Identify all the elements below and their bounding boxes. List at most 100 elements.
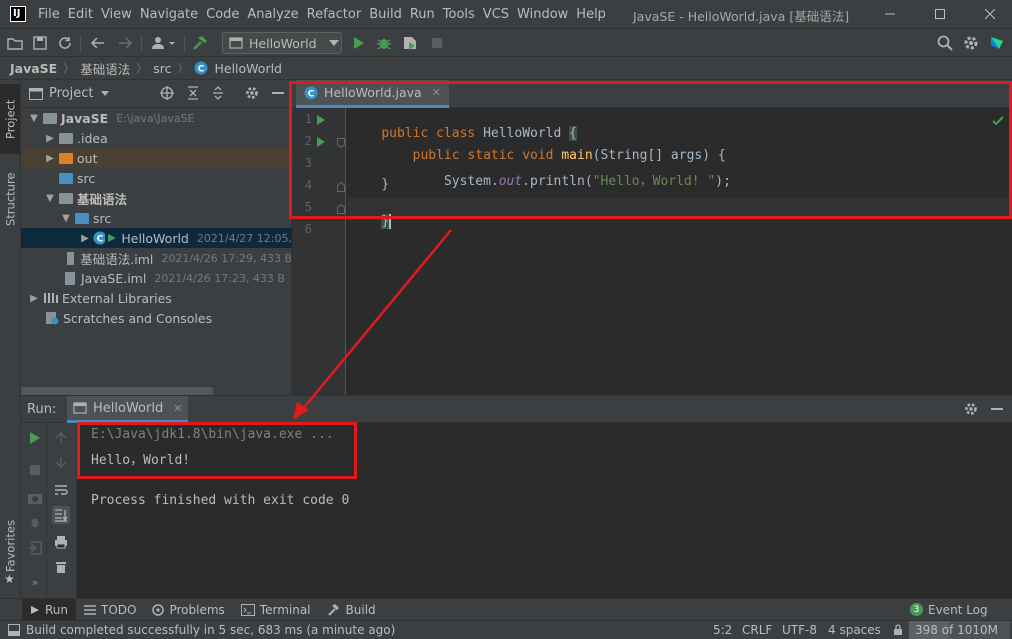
chevron-right-icon[interactable]: ▶ [43,133,57,144]
build-hammer-icon[interactable] [191,34,209,52]
panel-settings-gear-icon[interactable] [245,86,259,104]
tree-item-module[interactable]: ▼ 基础语法 [21,188,292,208]
chevron-right-icon[interactable]: ▶ [79,233,91,244]
forward-arrow-icon[interactable] [116,34,134,52]
scroll-up-icon[interactable] [52,429,70,447]
tree-item-module-iml[interactable]: 基础语法.iml 2021/4/26 17:29, 433 B [21,248,292,268]
status-message[interactable]: Build completed successfully in 5 sec, 6… [26,623,395,637]
debug-bug-icon[interactable] [26,513,44,531]
close-tab-icon[interactable]: ✕ [432,86,441,99]
run-configuration-select[interactable]: HelloWorld [222,32,342,54]
console-exit-line[interactable]: Process finished with exit code 0 [91,493,349,508]
tree-item-out[interactable]: ▶ out [21,148,292,168]
chevron-right-icon[interactable]: ▶ [27,293,41,304]
rerun-icon[interactable] [26,429,44,447]
todo-tool-button[interactable]: TODO [76,599,144,621]
login-icon[interactable] [26,539,44,557]
stop-icon[interactable] [26,461,44,479]
run-icon[interactable] [350,34,368,52]
menu-vcs[interactable]: VCS [479,7,513,22]
terminal-tool-button[interactable]: Terminal [233,599,319,621]
run-tool-button[interactable]: Run [22,598,77,621]
camera-icon[interactable] [26,489,44,507]
collapse-all-icon[interactable] [186,86,200,104]
memory-indicator[interactable]: 398 of 1010M [909,621,1010,639]
code-line-4[interactable]: } [350,177,389,192]
breadcrumb-class[interactable]: HelloWorld [214,61,282,76]
menu-help[interactable]: Help [572,7,610,22]
menu-refactor[interactable]: Refactor [303,7,366,22]
hide-panel-icon[interactable] [272,92,284,94]
tree-item-scratches[interactable]: Scratches and Consoles [21,308,292,328]
scroll-down-icon[interactable] [52,453,70,471]
run-gutter-icon[interactable] [316,136,326,148]
close-tab-icon[interactable]: ✕ [173,402,182,415]
event-log-tool-button[interactable]: 3 Event Log [902,599,996,621]
print-icon[interactable] [52,533,70,551]
menu-analyze[interactable]: Analyze [243,7,302,22]
run-gutter-icon[interactable] [316,114,326,126]
save-icon[interactable] [31,34,49,52]
chevron-down-icon[interactable]: ▼ [27,113,41,124]
project-view-label[interactable]: Project [49,86,93,101]
panel-settings-gear-icon[interactable] [964,402,978,420]
menu-build[interactable]: Build [365,7,406,22]
close-window-icon[interactable] [968,0,1012,28]
user-menu-icon[interactable] [150,34,178,52]
tree-item-external-libraries[interactable]: ▶ External Libraries [21,288,292,308]
problems-tool-button[interactable]: Problems [144,599,232,621]
fold-marker-icon[interactable] [337,138,345,148]
debug-bug-icon[interactable] [375,34,393,52]
chevron-right-icon[interactable]: ▶ [43,153,57,164]
hide-panel-icon[interactable] [991,408,1003,410]
favorites-tool-tab[interactable]: Favorites [2,516,19,576]
stop-icon[interactable] [428,34,446,52]
menu-code[interactable]: Code [202,7,243,22]
code-line-3[interactable]: System.out.println("Hello，World! "); [350,155,731,204]
run-tab-helloworld[interactable]: HelloWorld ✕ [67,396,189,423]
menu-edit[interactable]: Edit [64,7,97,22]
chevron-down-icon[interactable] [101,91,110,96]
chevron-down-icon[interactable]: ▼ [43,193,57,204]
menu-navigate[interactable]: Navigate [136,7,202,22]
maximize-icon[interactable] [918,0,962,28]
fold-marker-icon[interactable] [337,204,345,214]
tree-item-idea[interactable]: ▶ .idea [21,128,292,148]
run-with-coverage-icon[interactable] [401,34,419,52]
menu-tools[interactable]: Tools [439,7,479,22]
minimize-icon[interactable] [868,0,912,28]
file-encoding[interactable]: UTF-8 [782,623,817,637]
tree-item-src-root[interactable]: src [21,168,292,188]
expand-all-icon[interactable] [211,86,225,104]
menu-window[interactable]: Window [513,7,572,22]
search-everywhere-icon[interactable] [936,34,954,52]
breadcrumb-module[interactable]: 基础语法 [80,59,130,78]
locate-file-icon[interactable] [160,86,174,104]
console-output-line[interactable]: Hello，World! [91,449,190,468]
tree-item-javase[interactable]: ▼ JavaSE E:\java\JavaSE [21,108,292,128]
lock-icon[interactable] [893,624,903,636]
jetbrains-toolbox-icon[interactable] [988,34,1006,52]
more-actions-icon[interactable]: » [26,573,44,591]
code-line-5[interactable]: } [350,199,392,244]
settings-gear-icon[interactable] [962,34,980,52]
breadcrumb-project[interactable]: JavaSE [10,61,57,76]
status-window-icon[interactable] [8,624,20,636]
inspection-ok-check-icon[interactable] [992,116,1004,126]
breadcrumb-src[interactable]: src [153,61,171,76]
fold-marker-icon[interactable] [337,182,345,192]
tree-item-javase-iml[interactable]: JavaSE.iml 2021/4/26 17:23, 433 B [21,268,292,288]
soft-wrap-icon[interactable] [52,481,70,499]
menu-view[interactable]: View [97,7,136,22]
chevron-down-icon[interactable]: ▼ [59,213,73,224]
tree-item-helloworld[interactable]: ▶ C HelloWorld 2021/4/27 12:05, [21,228,292,248]
line-separator[interactable]: CRLF [742,623,772,637]
sync-icon[interactable] [56,34,74,52]
menu-run[interactable]: Run [406,7,439,22]
back-arrow-icon[interactable] [89,34,107,52]
project-tool-tab[interactable]: Project [2,86,19,152]
scroll-to-end-icon[interactable] [52,506,70,524]
indent-setting[interactable]: 4 spaces [828,623,881,637]
caret-position[interactable]: 5:2 [713,623,732,637]
open-folder-icon[interactable] [6,34,24,52]
